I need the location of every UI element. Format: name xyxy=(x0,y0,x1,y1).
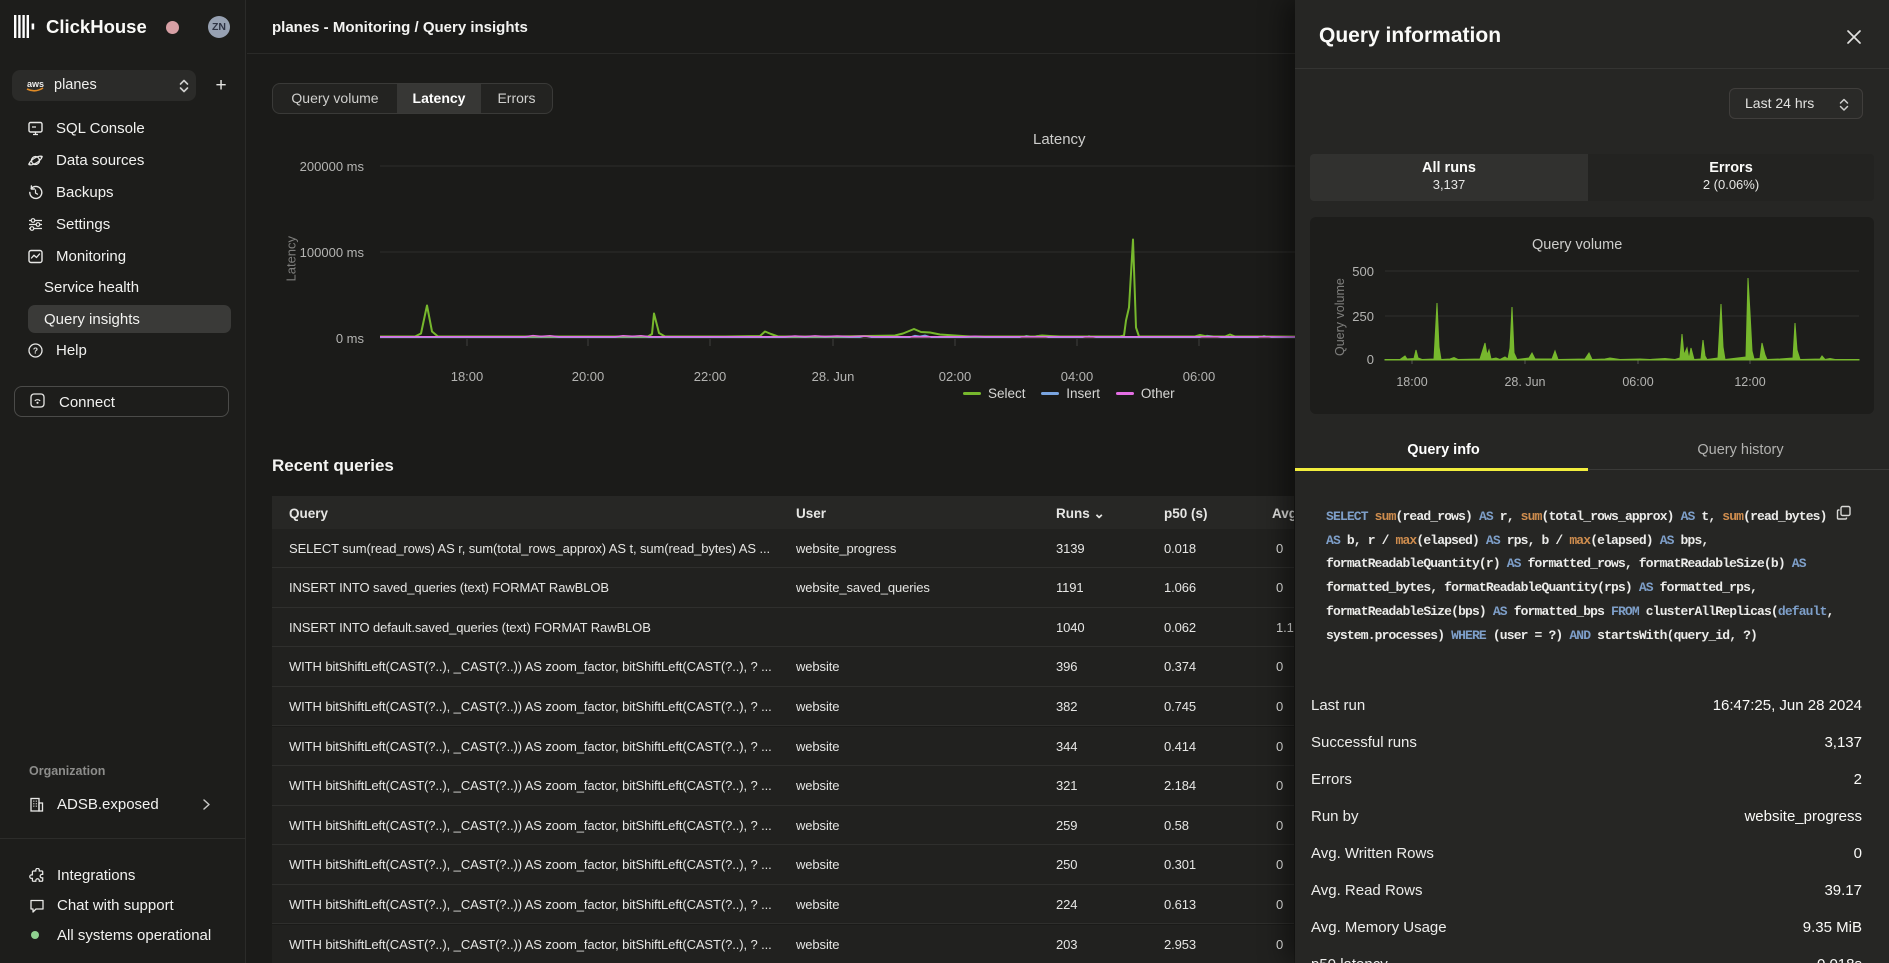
svg-text:aws: aws xyxy=(27,79,44,89)
svg-text:?: ? xyxy=(33,346,38,356)
